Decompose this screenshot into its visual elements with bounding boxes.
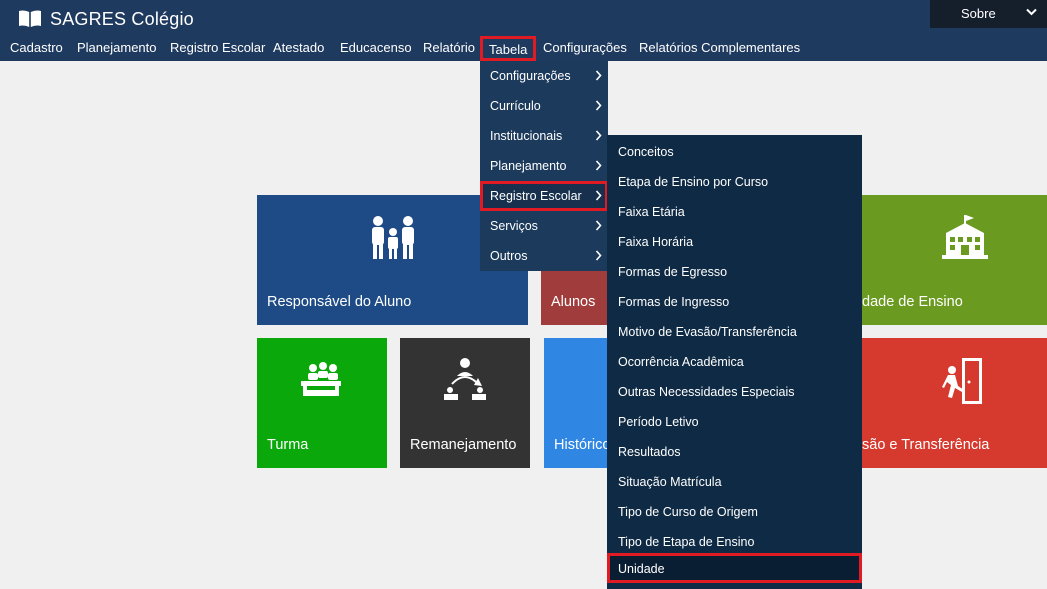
dropdown-item-label: Planejamento <box>490 159 567 173</box>
chevron-right-icon <box>595 70 602 81</box>
tile-label: Remanejamento <box>410 437 517 453</box>
menu-item-cadastro[interactable]: Cadastro <box>10 40 63 55</box>
submenu-item-faixa-horaria[interactable]: Faixa Horária <box>607 226 862 256</box>
submenu-item-label: Resultados <box>618 445 681 459</box>
submenu-item-label: Tipo de Curso de Origem <box>618 505 758 519</box>
dropdown-item-label: Institucionais <box>490 129 563 143</box>
sobre-label: Sobre <box>961 6 996 21</box>
dropdown-item-registro-escolar[interactable]: Registro Escolar <box>480 181 608 211</box>
submenu-item-label: Formas de Egresso <box>618 265 728 279</box>
book-icon <box>19 10 41 27</box>
brand[interactable]: SAGRES Colégio <box>18 8 194 30</box>
dropdown-item-label: Currículo <box>490 99 541 113</box>
tile-label: são e Transferência <box>862 437 990 453</box>
tile-remanejamento[interactable]: Remanejamento <box>400 338 530 468</box>
dropdown-item-institucionais[interactable]: Institucionais <box>480 121 608 151</box>
submenu-item-unidade[interactable]: Unidade <box>607 553 862 583</box>
chevron-right-icon <box>595 250 602 261</box>
submenu-item-formas-de-egresso[interactable]: Formas de Egresso <box>607 256 862 286</box>
tile-label: Alunos <box>551 294 596 310</box>
submenu-item-label: Faixa Etária <box>618 205 685 219</box>
main-menu: Cadastro Planejamento Registro Escolar A… <box>0 36 1047 61</box>
chevron-right-icon <box>595 190 602 201</box>
menu-item-configuracoes[interactable]: Configurações <box>543 40 627 55</box>
menu-item-registro-escolar[interactable]: Registro Escolar <box>170 40 265 55</box>
submenu-item-label: Formas de Ingresso <box>618 295 730 309</box>
dropdown-item-curriculo[interactable]: Currículo <box>480 91 608 121</box>
submenu-item-conceitos[interactable]: Conceitos <box>607 136 862 166</box>
dropdown-item-planejamento[interactable]: Planejamento <box>480 151 608 181</box>
submenu-item-formas-de-ingresso[interactable]: Formas de Ingresso <box>607 286 862 316</box>
registro-escolar-submenu: Conceitos Etapa de Ensino por Curso Faix… <box>607 135 862 589</box>
menu-item-planejamento[interactable]: Planejamento <box>77 40 157 55</box>
app-title: SAGRES Colégio <box>50 8 194 29</box>
submenu-item-label: Ocorrência Acadêmica <box>618 355 744 369</box>
submenu-item-label: Faixa Horária <box>618 235 694 249</box>
chevron-right-icon <box>595 100 602 111</box>
dropdown-item-configuracoes[interactable]: Configurações <box>480 61 608 91</box>
classroom-icon <box>301 362 341 396</box>
reassign-icon <box>444 358 486 400</box>
submenu-item-etapa-de-ensino-por-curso[interactable]: Etapa de Ensino por Curso <box>607 166 862 196</box>
exit-door-icon <box>942 358 982 404</box>
menu-item-tabela[interactable]: Tabela <box>480 36 537 61</box>
submenu-item-outras-necessidades-especiais[interactable]: Outras Necessidades Especiais <box>607 376 862 406</box>
dropdown-item-label: Configurações <box>490 69 571 83</box>
dropdown-item-label: Serviços <box>490 219 538 233</box>
menu-item-relatorio[interactable]: Relatório <box>423 40 475 55</box>
submenu-item-label: Motivo de Evasão/Transferência <box>618 325 797 339</box>
dropdown-item-label: Outros <box>490 249 528 263</box>
chevron-down-icon <box>1026 8 1037 16</box>
tile-evasao-e-transferencia[interactable]: são e Transferência <box>862 338 1047 468</box>
submenu-item-resultados[interactable]: Resultados <box>607 436 862 466</box>
menu-item-atestado[interactable]: Atestado <box>273 40 324 55</box>
tile-label: Responsável do Aluno <box>267 294 412 310</box>
submenu-item-label: Unidade <box>618 562 665 576</box>
chevron-right-icon <box>595 130 602 141</box>
tile-label: Turma <box>267 437 309 453</box>
submenu-item-motivo-de-evasao[interactable]: Motivo de Evasão/Transferência <box>607 316 862 346</box>
school-building-icon <box>942 215 988 259</box>
submenu-item-ocorrencia-academica[interactable]: Ocorrência Acadêmica <box>607 346 862 376</box>
tile-label: Histórico <box>554 437 611 453</box>
submenu-item-label: Situação Matrícula <box>618 475 722 489</box>
dropdown-item-outros[interactable]: Outros <box>480 241 608 271</box>
chevron-right-icon <box>595 220 602 231</box>
family-icon <box>372 216 414 259</box>
tile-turma[interactable]: Turma <box>257 338 387 468</box>
menu-item-relatorios-complementares[interactable]: Relatórios Complementares <box>639 40 800 55</box>
chevron-right-icon <box>595 160 602 171</box>
dropdown-item-label: Registro Escolar <box>490 189 582 203</box>
submenu-item-periodo-letivo[interactable]: Período Letivo <box>607 406 862 436</box>
submenu-item-situacao-matricula[interactable]: Situação Matrícula <box>607 466 862 496</box>
submenu-item-tipo-de-curso-de-origem[interactable]: Tipo de Curso de Origem <box>607 496 862 526</box>
submenu-item-tipo-de-etapa-de-ensino[interactable]: Tipo de Etapa de Ensino <box>607 526 862 556</box>
submenu-item-label: Conceitos <box>618 145 674 159</box>
submenu-item-label: Etapa de Ensino por Curso <box>618 175 769 189</box>
submenu-item-faixa-etaria[interactable]: Faixa Etária <box>607 196 862 226</box>
tabela-dropdown: Configurações Currículo Institucionais P… <box>480 61 608 271</box>
app-header: SAGRES Colégio Sobre Cadastro Planejamen… <box>0 0 1047 61</box>
sobre-dropdown[interactable]: Sobre <box>930 0 1047 28</box>
submenu-item-label: Período Letivo <box>618 415 699 429</box>
menu-item-educacenso[interactable]: Educacenso <box>340 40 412 55</box>
submenu-item-label: Tipo de Etapa de Ensino <box>618 535 755 549</box>
submenu-item-label: Outras Necessidades Especiais <box>618 385 795 399</box>
tile-unidade-de-ensino[interactable]: dade de Ensino <box>862 195 1047 325</box>
tile-label: dade de Ensino <box>862 294 963 310</box>
dropdown-item-servicos[interactable]: Serviços <box>480 211 608 241</box>
